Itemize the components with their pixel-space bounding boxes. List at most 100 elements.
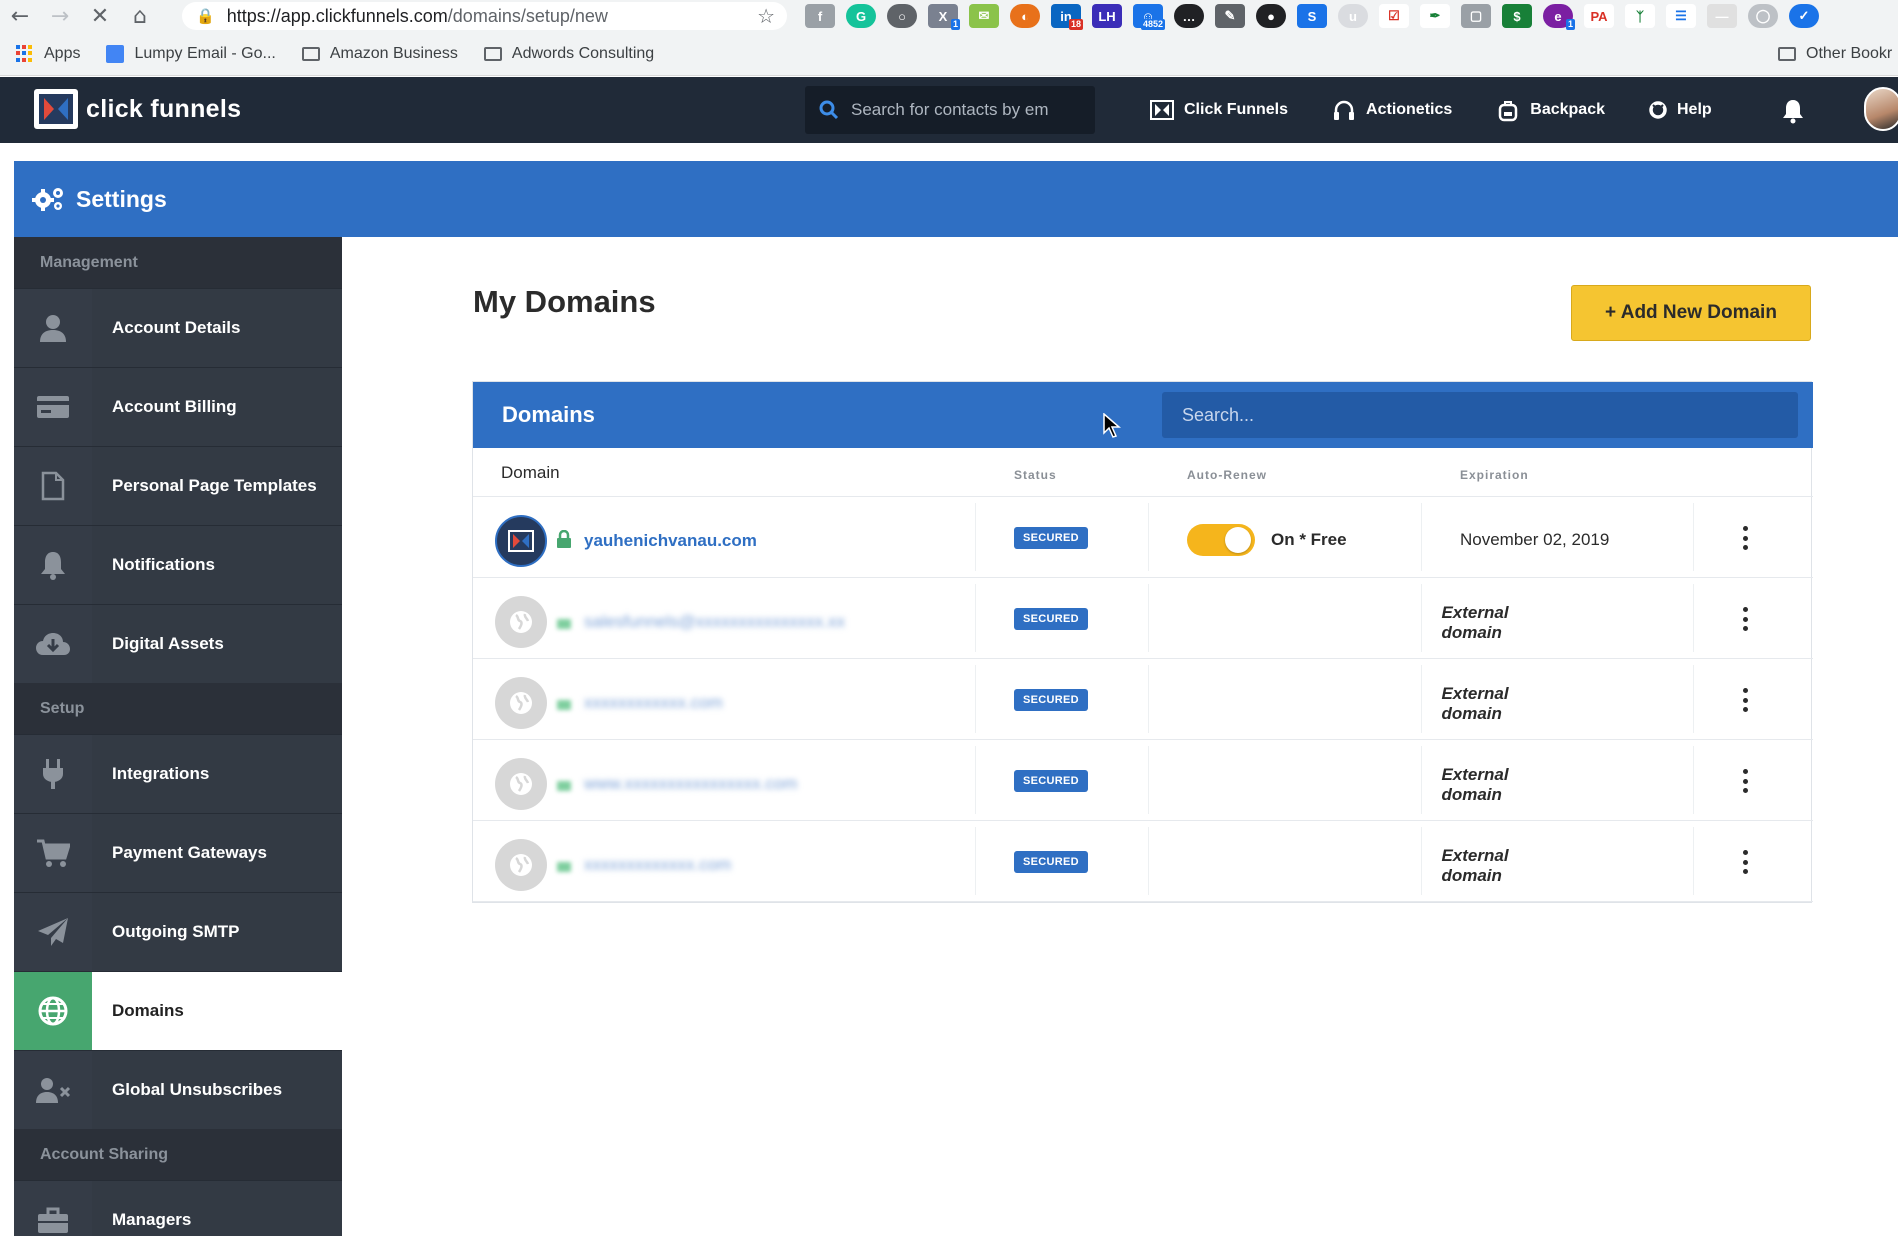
other-bookmarks[interactable]: Other Bookr bbox=[1778, 32, 1892, 76]
nav-actionetics[interactable]: Actionetics bbox=[1332, 98, 1452, 122]
check-extension-icon[interactable]: ✓ bbox=[1789, 4, 1819, 28]
stop-loading-icon[interactable]: ✕ bbox=[80, 2, 120, 30]
column-header-domain[interactable]: Domain bbox=[501, 463, 560, 483]
domain-link[interactable]: xxxxxxxxxxxxx.com bbox=[584, 855, 731, 875]
bookmark-apps[interactable]: Apps bbox=[16, 44, 80, 63]
table-row: xxxxxxxxxxxx.com SECURED External domain bbox=[473, 659, 1813, 740]
nav-label: Backpack bbox=[1530, 101, 1605, 118]
expiration-date: External domain bbox=[1441, 684, 1509, 723]
address-bar[interactable]: 🔒 https://app.clickfunnels.com/domains/s… bbox=[182, 2, 787, 30]
row-menu-icon[interactable] bbox=[1735, 523, 1755, 553]
bar-extension-icon[interactable]: — bbox=[1707, 4, 1737, 28]
row-menu-icon[interactable] bbox=[1735, 685, 1755, 715]
column-header-expiration[interactable]: Expiration bbox=[1460, 468, 1529, 482]
sidebar-item-account-details[interactable]: Account Details bbox=[14, 288, 342, 367]
bookmark-lumpy-email[interactable]: Lumpy Email - Go... bbox=[106, 44, 276, 63]
bookmark-label: Lumpy Email - Go... bbox=[134, 44, 276, 62]
e-extension-icon[interactable]: e1 bbox=[1543, 4, 1575, 30]
domain-link[interactable]: xxxxxxxxxxxx.com bbox=[584, 693, 723, 713]
external-domain-globe-icon bbox=[495, 758, 547, 810]
column-header-auto-renew[interactable]: Auto-Renew bbox=[1187, 468, 1267, 482]
bookmark-star-icon[interactable]: ☆ bbox=[757, 4, 775, 28]
chat-extension-icon[interactable]: … bbox=[1174, 4, 1204, 28]
search-icon bbox=[819, 100, 839, 120]
column-header-status[interactable]: Status bbox=[1014, 468, 1057, 482]
sidebar-item-global-unsubscribes[interactable]: Global Unsubscribes bbox=[14, 1050, 342, 1129]
domain-link[interactable]: salesfunnels@xxxxxxxxxxxxxxx.xx bbox=[584, 612, 845, 632]
notifications-bell-icon[interactable] bbox=[1780, 98, 1806, 129]
sidebar-item-payment-gateways[interactable]: Payment Gateways bbox=[14, 813, 342, 892]
add-new-domain-button[interactable]: + Add New Domain bbox=[1571, 285, 1811, 341]
search-extension-icon[interactable]: ○ bbox=[887, 4, 917, 28]
auto-renew-label: On * Free bbox=[1271, 530, 1347, 549]
clickfunnels-logo[interactable]: click funnels bbox=[34, 89, 241, 129]
home-icon[interactable]: ⌂ bbox=[120, 2, 160, 30]
contacts-extension-icon[interactable]: ☺ 4852 bbox=[1133, 4, 1165, 30]
shop-extension-icon[interactable]: ☰ bbox=[1666, 4, 1696, 28]
bookmark-adwords-consulting[interactable]: Adwords Consulting bbox=[483, 45, 654, 63]
shield-extension-icon[interactable]: ◯ bbox=[1748, 4, 1778, 28]
top-nav: Click Funnels Actionetics Backpack Help bbox=[1150, 77, 1756, 143]
sidebar-item-outgoing-smtp[interactable]: Outgoing SMTP bbox=[14, 892, 342, 971]
nav-click-funnels[interactable]: Click Funnels bbox=[1150, 100, 1288, 120]
url-path: /domains/setup/new bbox=[447, 5, 608, 26]
sidebar-item-domains[interactable]: Domains bbox=[14, 971, 342, 1050]
cart-extension-icon[interactable]: ☑ bbox=[1379, 4, 1409, 28]
magnifier-extension-icon[interactable]: ● bbox=[1256, 4, 1286, 28]
pen-extension-icon[interactable]: ✎ bbox=[1215, 4, 1245, 28]
cloud-download-icon bbox=[14, 605, 92, 683]
pie-extension-icon[interactable]: ◐ bbox=[1010, 4, 1040, 28]
cell-divider bbox=[1148, 665, 1149, 733]
ssl-lock-icon bbox=[556, 773, 572, 796]
row-menu-icon[interactable] bbox=[1735, 847, 1755, 877]
page-title: My Domains bbox=[473, 284, 656, 319]
linkedin-extension-icon[interactable]: in 18 bbox=[1051, 4, 1083, 30]
sidebar-item-account-billing[interactable]: Account Billing bbox=[14, 367, 342, 446]
square-extension-icon[interactable]: ▢ bbox=[1461, 4, 1491, 28]
table-row: yauhenichvanau.com SECURED On * Free Nov… bbox=[473, 497, 1813, 578]
extensions-bar: f G ○ X1 ✉ ◐ in 18 LH ☺ 4852 … ✎ ● S u ☑ ✒… bbox=[805, 2, 1819, 30]
settings-sidebar: Management Account Details Account Billi… bbox=[14, 237, 342, 1236]
folder-icon bbox=[483, 46, 502, 61]
domain-link[interactable]: yauhenichvanau.com bbox=[584, 531, 757, 551]
s-extension-icon[interactable]: S bbox=[1297, 4, 1327, 28]
cell-divider bbox=[975, 584, 976, 652]
branch-extension-icon[interactable]: ᛉ bbox=[1625, 4, 1655, 28]
file-icon bbox=[14, 447, 92, 525]
status-badge: SECURED bbox=[1014, 608, 1088, 630]
auto-renew-toggle[interactable] bbox=[1187, 524, 1255, 556]
dollar-extension-icon[interactable]: $ bbox=[1502, 4, 1532, 28]
row-menu-icon[interactable] bbox=[1735, 766, 1755, 796]
sidebar-item-label: Integrations bbox=[92, 735, 342, 813]
sidebar-item-integrations[interactable]: Integrations bbox=[14, 734, 342, 813]
dropper-extension-icon[interactable]: ✒ bbox=[1420, 4, 1450, 28]
sidebar-item-digital-assets[interactable]: Digital Assets bbox=[14, 604, 342, 683]
nav-backpack[interactable]: Backpack bbox=[1496, 98, 1605, 122]
sidebar-item-notifications[interactable]: Notifications bbox=[14, 525, 342, 604]
bookmark-label: Amazon Business bbox=[329, 44, 458, 62]
mail-extension-icon[interactable]: ✉ bbox=[969, 4, 999, 28]
table-row: salesfunnels@xxxxxxxxxxxxxxx.xx SECURED … bbox=[473, 578, 1813, 659]
bookmark-amazon-business[interactable]: Amazon Business bbox=[301, 44, 458, 63]
external-domain-globe-icon bbox=[495, 596, 547, 648]
clickfunnels-extension-icon[interactable]: X1 bbox=[928, 4, 960, 30]
grey-extension-icon[interactable]: u bbox=[1338, 4, 1368, 28]
row-menu-icon[interactable] bbox=[1735, 604, 1755, 634]
folder-icon bbox=[301, 46, 320, 61]
sidebar-item-managers[interactable]: Managers bbox=[14, 1180, 342, 1236]
user-avatar[interactable] bbox=[1864, 87, 1898, 131]
contact-search-input[interactable] bbox=[851, 100, 1081, 120]
domain-search-input[interactable] bbox=[1162, 392, 1798, 438]
lh-extension-icon[interactable]: LH bbox=[1092, 4, 1122, 28]
pa-extension-icon[interactable]: PA bbox=[1584, 4, 1614, 28]
domain-link[interactable]: www.xxxxxxxxxxxxxxxx.com bbox=[584, 774, 797, 794]
ssl-lock-icon bbox=[556, 692, 572, 715]
back-icon[interactable]: ← bbox=[0, 2, 40, 30]
clickfunnels-icon bbox=[1150, 100, 1174, 120]
grammarly-extension-icon[interactable]: G bbox=[846, 4, 876, 28]
sidebar-item-personal-page-templates[interactable]: Personal Page Templates bbox=[14, 446, 342, 525]
forward-icon[interactable]: → bbox=[40, 2, 80, 30]
contact-search[interactable] bbox=[805, 86, 1095, 134]
facebook-extension-icon[interactable]: f bbox=[805, 4, 835, 28]
nav-help[interactable]: Help bbox=[1649, 101, 1712, 119]
